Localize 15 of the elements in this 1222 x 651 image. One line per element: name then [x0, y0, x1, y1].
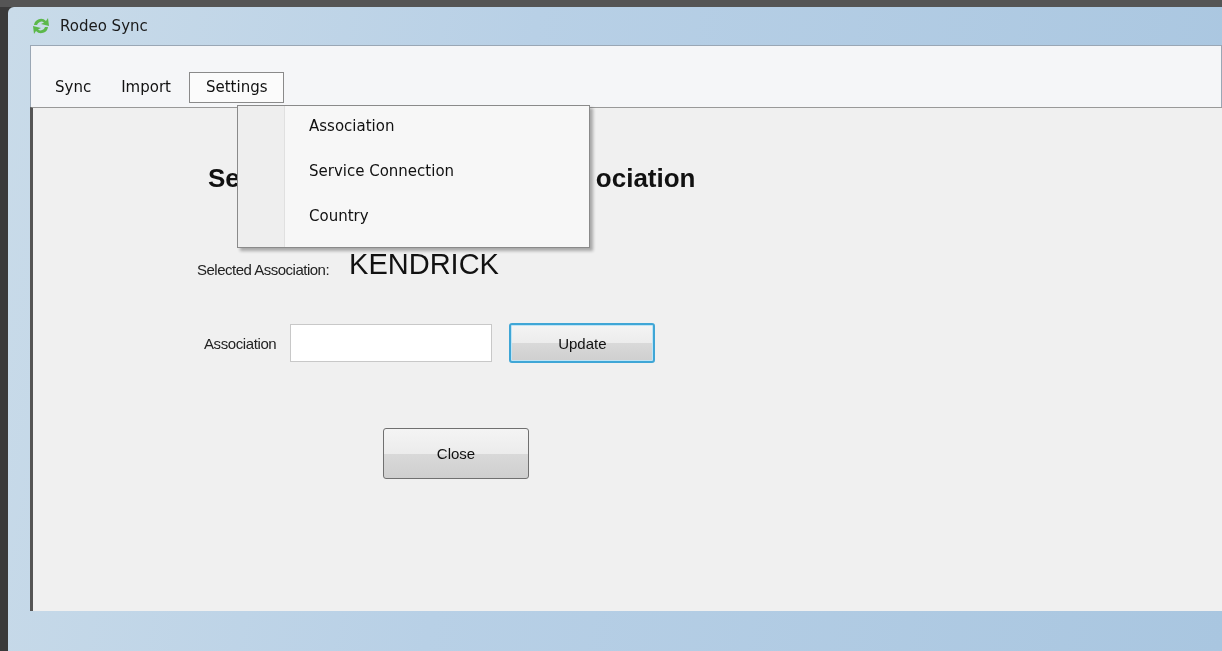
menu-item[interactable]: Import	[109, 72, 183, 103]
field-label: Selected Association:	[197, 261, 330, 280]
update-button[interactable]: Update	[509, 323, 656, 363]
menu-item[interactable]: Association	[309, 110, 455, 155]
menu-item[interactable]: Service Connection	[309, 155, 455, 200]
menu-item[interactable]: Settings	[188, 72, 285, 103]
close-button[interactable]: Close	[383, 428, 529, 479]
field-label: Association	[204, 334, 277, 352]
menu-item[interactable]: Sync	[43, 72, 104, 103]
selected-association-value: KENDRICK	[349, 248, 499, 281]
association-input[interactable]	[290, 324, 493, 362]
heading-text: ociation	[595, 162, 696, 194]
window-title: Rodeo Sync	[60, 17, 148, 35]
heading-text: Se	[208, 162, 240, 194]
menu-item[interactable]: Country	[309, 200, 455, 245]
